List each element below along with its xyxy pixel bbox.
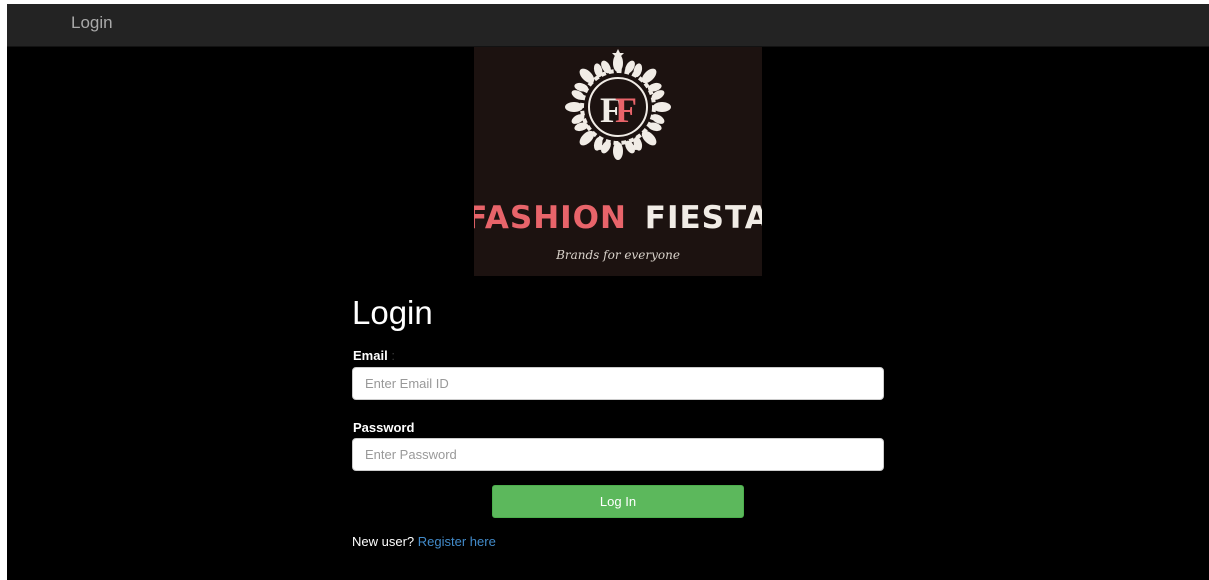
register-prompt-text: New user? <box>352 534 415 549</box>
top-navbar: Login <box>7 4 1209 47</box>
log-in-button[interactable]: Log In <box>492 485 744 518</box>
app-frame: Login F F FASHION FIESTA Brands for ever… <box>7 4 1209 580</box>
password-label: Password <box>353 420 415 435</box>
password-input[interactable] <box>352 438 884 471</box>
email-input[interactable] <box>352 367 884 400</box>
email-label-colon: : <box>391 348 395 363</box>
svg-text:F: F <box>615 90 637 130</box>
svg-text:FASHION FIESTA: FASHION FIESTA <box>474 200 762 236</box>
register-link[interactable]: Register here <box>418 534 496 549</box>
register-prompt: New user? Register here <box>352 534 496 549</box>
brand-name-part2: FIESTA <box>645 200 762 236</box>
page-title: Login <box>352 294 433 331</box>
navbar-brand-login-link[interactable]: Login <box>71 13 113 33</box>
brand-tagline: Brands for everyone <box>555 248 680 262</box>
email-label: Email : <box>353 348 395 363</box>
brand-name-part1: FASHION <box>474 200 627 236</box>
email-label-text: Email <box>353 348 388 363</box>
fashion-fiesta-logo: F F FASHION FIESTA Brands for everyone <box>474 47 762 276</box>
